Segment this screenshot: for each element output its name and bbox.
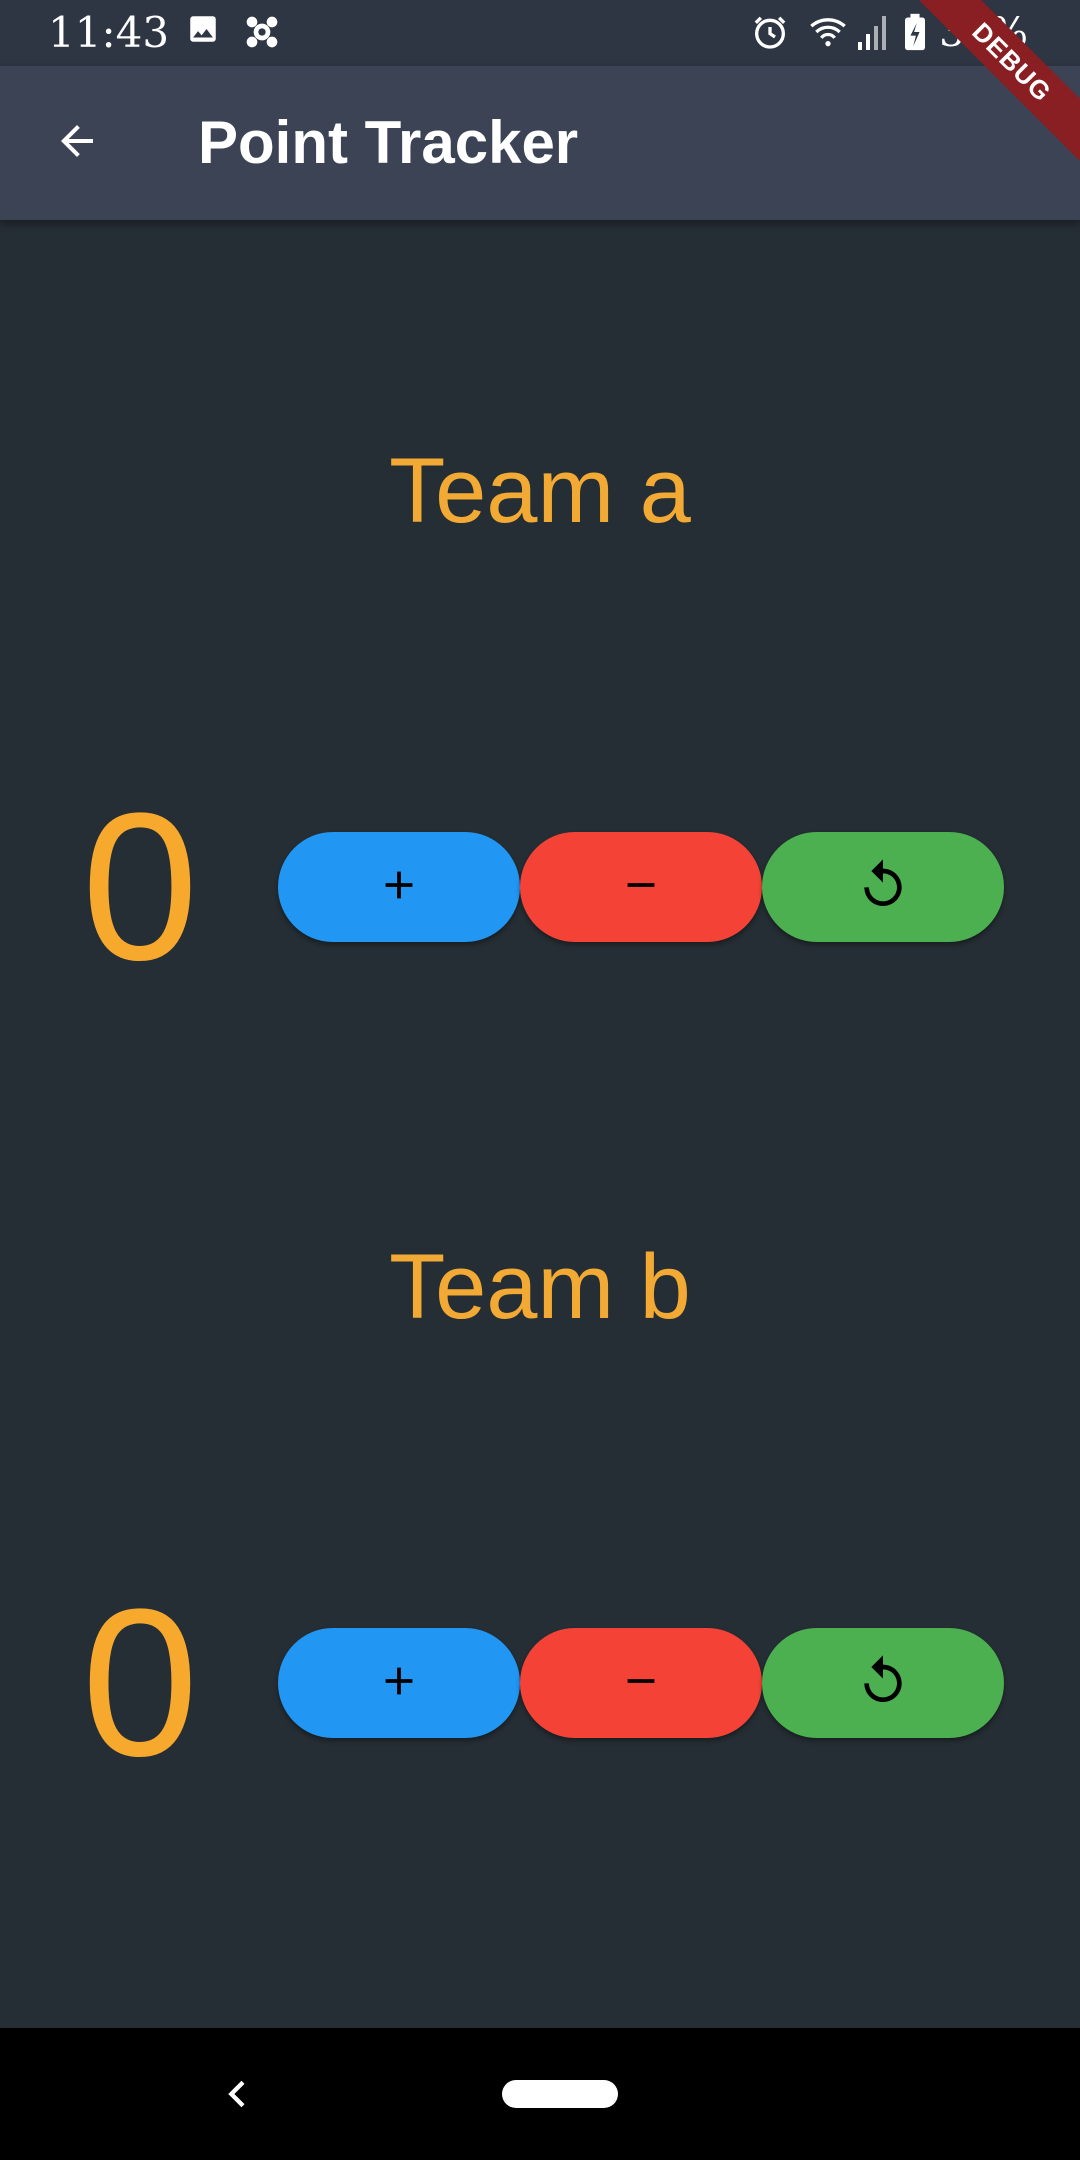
system-nav-bar xyxy=(0,2028,1080,2160)
status-bar: 11:43 37% xyxy=(0,0,1080,66)
app-bar: Point Tracker xyxy=(0,66,1080,220)
team-b-score: 0 xyxy=(81,1565,199,1800)
page-title: Point Tracker xyxy=(198,109,579,176)
arrow-back-icon xyxy=(53,117,101,170)
minus-icon xyxy=(618,862,664,913)
plus-icon xyxy=(376,862,422,913)
chevron-left-icon xyxy=(218,2080,258,2118)
team-a-reset-button[interactable] xyxy=(762,832,1004,942)
team-a-score: 0 xyxy=(81,769,199,1004)
app-notification-icon xyxy=(242,12,282,57)
screen: 11:43 37% Point Tracker DEBUG Team a 0 T… xyxy=(0,0,1080,2160)
status-time: 11:43 xyxy=(48,8,170,57)
battery-percentage: 37% xyxy=(939,10,1028,56)
team-a-name: Team a xyxy=(389,440,691,542)
minus-icon xyxy=(618,1658,664,1709)
image-icon xyxy=(186,12,220,51)
plus-icon xyxy=(376,1658,422,1709)
replay-icon xyxy=(855,857,911,918)
wifi-icon xyxy=(806,12,850,57)
team-b-controls xyxy=(278,1628,1004,1738)
team-b-reset-button[interactable] xyxy=(762,1628,1004,1738)
team-b-name: Team b xyxy=(389,1236,691,1338)
battery-charging-icon xyxy=(902,12,928,57)
nav-home-pill[interactable] xyxy=(502,2080,618,2108)
back-button[interactable] xyxy=(32,106,122,180)
team-a-add-button[interactable] xyxy=(278,832,520,942)
team-a-subtract-button[interactable] xyxy=(520,832,762,942)
replay-icon xyxy=(855,1653,911,1714)
alarm-icon xyxy=(750,12,790,57)
nav-back-button[interactable] xyxy=(218,2074,258,2114)
signal-icon xyxy=(856,12,888,57)
team-b-add-button[interactable] xyxy=(278,1628,520,1738)
team-b-subtract-button[interactable] xyxy=(520,1628,762,1738)
team-a-controls xyxy=(278,832,1004,942)
